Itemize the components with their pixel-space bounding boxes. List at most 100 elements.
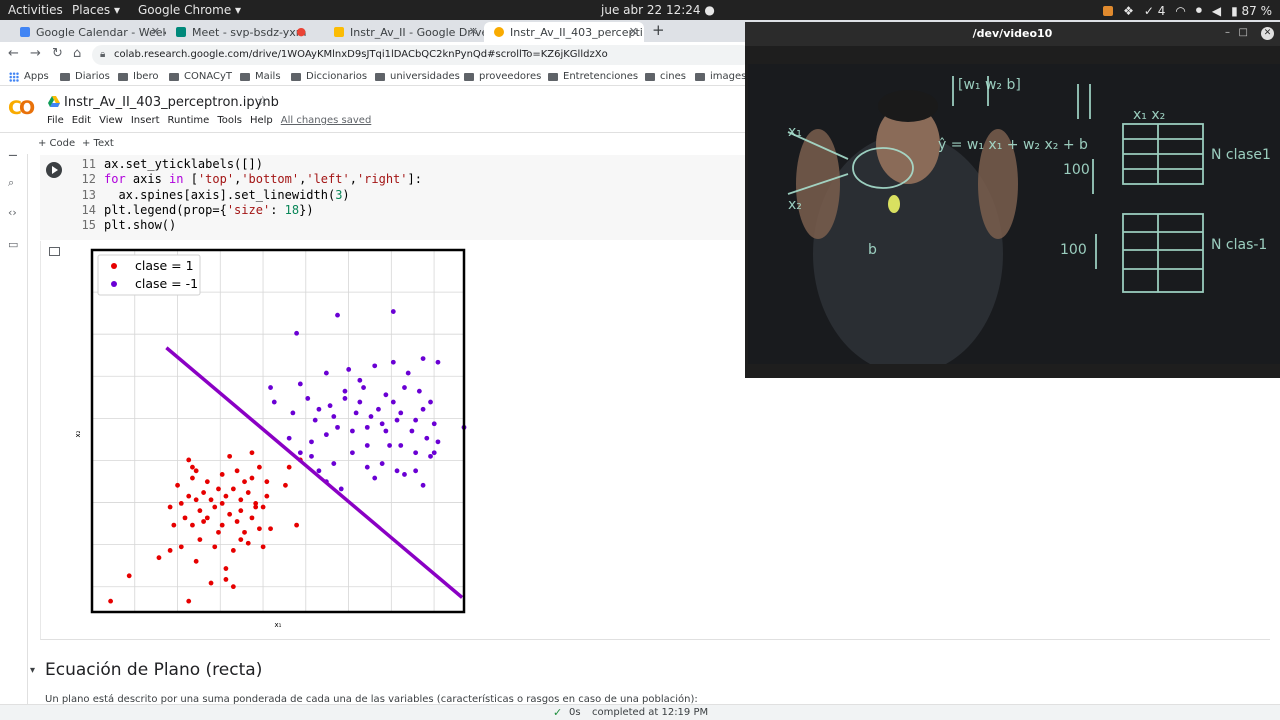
point-class-minus-1 <box>372 363 378 369</box>
notebook-title[interactable]: Instr_Av_II_403_perceptron.ipynb <box>64 95 279 110</box>
point-class-1 <box>216 529 221 535</box>
code-cell[interactable]: 11 ax.set_yticklabels([]) 12 for axis in [… <box>40 155 746 240</box>
back-icon[interactable]: ← <box>8 46 19 61</box>
menu-tools[interactable]: Tools <box>217 115 242 126</box>
bookmark-folder[interactable]: Entretenciones <box>548 71 638 82</box>
star-icon[interactable]: ☆ <box>257 94 269 109</box>
run-cell-button[interactable] <box>46 162 62 178</box>
point-class-1 <box>212 504 218 510</box>
execution-time: 0s <box>569 707 581 718</box>
menu-file[interactable]: File <box>47 115 64 126</box>
maximize-icon[interactable]: □ <box>1239 27 1248 38</box>
collapse-section-icon[interactable]: ▾ <box>30 665 35 676</box>
reload-icon[interactable]: ↻ <box>52 46 63 61</box>
status-bar: ✓ 0s completed at 12:19 PM <box>0 704 1280 720</box>
code-string: 'size' <box>226 202 271 217</box>
menu-edit[interactable]: Edit <box>72 115 91 126</box>
folder-icon <box>464 72 474 81</box>
point-class-minus-1 <box>379 421 385 427</box>
menu-help[interactable]: Help <box>250 115 273 126</box>
line-number: 12 <box>81 172 96 187</box>
webcam-window[interactable]: /dev/video10 – □ ✕ [w₁ w₂ b] ŷ = w₁ x₁ +… <box>745 22 1280 378</box>
point-class-minus-1 <box>297 450 303 456</box>
menu-insert[interactable]: Insert <box>131 115 160 126</box>
tab-colab-notebook[interactable]: Instr_Av_II_403_percepti ✕ <box>484 22 644 42</box>
point-class-minus-1 <box>335 424 340 430</box>
bookmark-label: images <box>710 71 747 82</box>
point-class-1 <box>238 537 244 542</box>
tab-label: Google Calendar - Week o <box>36 25 166 39</box>
code-editor[interactable]: 11 ax.set_yticklabels([]) 12 for axis in [… <box>70 157 422 233</box>
app-menu[interactable]: Google Chrome ▾ <box>138 3 241 17</box>
close-tab-icon[interactable]: ✕ <box>629 25 638 38</box>
point-class-1 <box>227 511 233 517</box>
menu-view[interactable]: View <box>99 115 123 126</box>
plot-grid <box>92 250 464 612</box>
y-axis-label: x₂ <box>75 430 82 437</box>
home-icon[interactable]: ⌂ <box>73 46 81 61</box>
drive-icon[interactable] <box>48 96 60 107</box>
files-icon[interactable]: ▭ <box>8 238 18 251</box>
recording-dot-icon: ● <box>296 25 306 38</box>
bookmark-folder[interactable]: cines <box>645 71 686 82</box>
places-menu[interactable]: Places ▾ <box>72 3 120 17</box>
add-code-button[interactable]: + Code <box>38 138 75 149</box>
point-class-1 <box>175 482 180 488</box>
close-window-icon[interactable]: ✕ <box>1261 27 1274 40</box>
point-class-1 <box>186 598 192 604</box>
address-bar[interactable]: 🔒︎ colab.research.google.com/drive/1WOAy… <box>92 45 752 65</box>
menu-runtime[interactable]: Runtime <box>168 115 210 126</box>
point-class-1 <box>238 508 244 514</box>
add-text-button[interactable]: + Text <box>82 138 114 149</box>
svg-text:100: 100 <box>1063 162 1090 178</box>
point-class-1 <box>242 479 247 485</box>
bookmark-folder[interactable]: universidades <box>375 71 460 82</box>
point-class-1 <box>108 598 113 604</box>
search-icon[interactable]: ⌕ <box>8 176 14 190</box>
point-class-minus-1 <box>372 475 378 481</box>
updates-icon: ✓ 4 <box>1143 3 1166 18</box>
code-snippets-icon[interactable]: ‹› <box>8 206 17 219</box>
point-class-1 <box>193 558 199 564</box>
new-tab-button[interactable]: + <box>652 21 665 39</box>
output-options-icon[interactable] <box>49 247 60 256</box>
point-class-minus-1 <box>350 428 355 434</box>
point-class-1 <box>264 493 270 499</box>
tab-label: Instr_Av_II - Google Drive <box>350 25 484 39</box>
point-class-1 <box>294 522 299 528</box>
bookmark-folder[interactable]: Ibero <box>118 71 158 82</box>
point-class-minus-1 <box>327 403 333 409</box>
bookmark-apps[interactable]: Apps <box>9 71 49 82</box>
point-class-minus-1 <box>435 359 441 365</box>
clock[interactable]: jue abr 22 12:24 ● <box>601 3 715 17</box>
colab-logo[interactable]: CO <box>8 97 35 119</box>
point-class-minus-1 <box>364 424 370 430</box>
bookmark-folder[interactable]: Diarios <box>60 71 110 82</box>
line-number: 15 <box>81 218 96 233</box>
forward-icon[interactable]: → <box>30 46 41 61</box>
activities-button[interactable]: Activities <box>8 3 63 17</box>
save-status-link[interactable]: All changes saved <box>281 115 372 126</box>
tab-google-drive[interactable]: Instr_Av_II - Google Drive ✕ <box>324 22 484 42</box>
colab-icon <box>494 27 504 37</box>
point-class-1 <box>208 497 214 503</box>
completion-status[interactable]: completed at 12:19 PM <box>592 707 708 718</box>
point-class-minus-1 <box>424 435 430 441</box>
bookmark-folder[interactable]: Mails <box>240 71 281 82</box>
bookmark-folder[interactable]: proveedores <box>464 71 541 82</box>
close-tab-icon[interactable]: ✕ <box>151 25 160 38</box>
point-class-minus-1 <box>316 406 322 412</box>
system-tray[interactable]: ❖ ✓ 4 ◠ ⏺ ◀ ▮ 87 % <box>1103 3 1272 18</box>
bookmark-folder[interactable]: Diccionarios <box>291 71 367 82</box>
point-class-minus-1 <box>309 439 314 445</box>
minimize-icon[interactable]: – <box>1225 27 1230 38</box>
close-tab-icon[interactable]: ✕ <box>469 25 478 38</box>
svg-text:b: b <box>868 242 877 258</box>
svg-text:N clas-1: N clas-1 <box>1211 237 1267 253</box>
point-class-minus-1 <box>420 356 426 361</box>
point-class-1 <box>242 529 247 535</box>
bookmark-folder[interactable]: CONACyT <box>169 71 232 82</box>
tab-meet[interactable]: Meet - svp-bsdz-yxm ● <box>166 22 324 42</box>
tab-google-calendar[interactable]: Google Calendar - Week o ✕ <box>10 22 166 42</box>
bookmark-folder[interactable]: images <box>695 71 746 82</box>
